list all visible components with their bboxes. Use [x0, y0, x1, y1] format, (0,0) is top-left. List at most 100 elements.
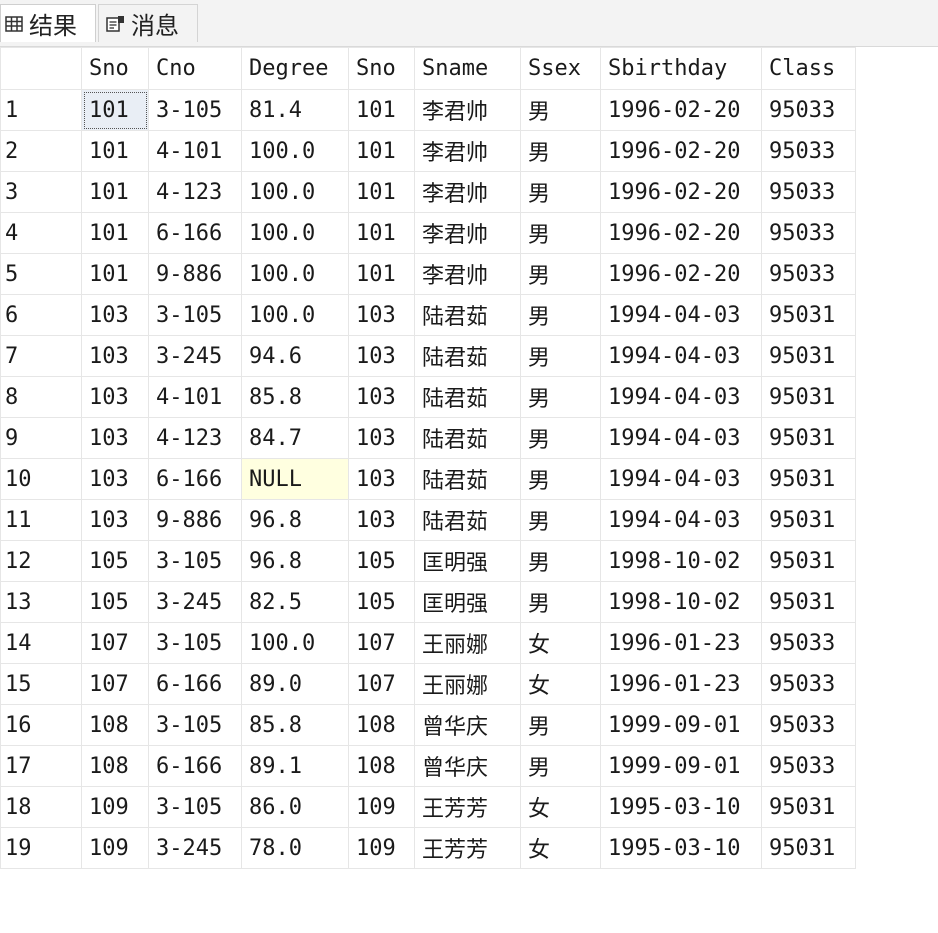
cell-sno[interactable]: 101 [81, 130, 149, 172]
cell-sname[interactable]: 陆君茹 [414, 376, 521, 418]
row-number[interactable]: 16 [0, 704, 82, 746]
row-number[interactable]: 15 [0, 663, 82, 705]
cell-class[interactable]: 95033 [761, 89, 856, 131]
cell-sno[interactable]: 103 [81, 376, 149, 418]
cell-sbirthday[interactable]: 1994-04-03 [600, 458, 762, 500]
cell-ssex[interactable]: 女 [520, 827, 601, 869]
row-number[interactable]: 7 [0, 335, 82, 377]
cell-sno[interactable]: 101 [81, 171, 149, 213]
row-number[interactable]: 1 [0, 89, 82, 131]
cell-degree[interactable]: 100.0 [241, 130, 349, 172]
cell-sbirthday[interactable]: 1995-03-10 [600, 827, 762, 869]
cell-ssex[interactable]: 男 [520, 581, 601, 623]
cell-ssex[interactable]: 女 [520, 786, 601, 828]
cell-sbirthday[interactable]: 1995-03-10 [600, 786, 762, 828]
cell-sno-2[interactable]: 108 [348, 745, 415, 787]
cell-sname[interactable]: 匡明强 [414, 540, 521, 582]
cell-sno-2[interactable]: 103 [348, 294, 415, 336]
row-number[interactable]: 3 [0, 171, 82, 213]
cell-sno-2[interactable]: 107 [348, 663, 415, 705]
row-number[interactable]: 5 [0, 253, 82, 295]
cell-degree[interactable]: 86.0 [241, 786, 349, 828]
cell-degree[interactable]: 100.0 [241, 171, 349, 213]
cell-cno[interactable]: 3-245 [148, 335, 242, 377]
cell-sname[interactable]: 李君帅 [414, 130, 521, 172]
cell-sbirthday[interactable]: 1994-04-03 [600, 376, 762, 418]
row-number[interactable]: 4 [0, 212, 82, 254]
results-grid[interactable]: Sno Cno Degree Sno Sname Ssex Sbirthday Class 1… [0, 47, 938, 933]
cell-class[interactable]: 95031 [761, 581, 856, 623]
column-header-degree[interactable]: Degree [241, 47, 349, 90]
row-number[interactable]: 12 [0, 540, 82, 582]
cell-degree[interactable]: 84.7 [241, 417, 349, 459]
cell-sno[interactable]: 103 [81, 499, 149, 541]
cell-cno[interactable]: 3-245 [148, 827, 242, 869]
cell-ssex[interactable]: 男 [520, 212, 601, 254]
column-header-class[interactable]: Class [761, 47, 856, 90]
row-number[interactable]: 9 [0, 417, 82, 459]
cell-sbirthday[interactable]: 1994-04-03 [600, 417, 762, 459]
row-number[interactable]: 11 [0, 499, 82, 541]
cell-class[interactable]: 95031 [761, 417, 856, 459]
row-number[interactable]: 6 [0, 294, 82, 336]
cell-ssex[interactable]: 男 [520, 704, 601, 746]
column-header-cno[interactable]: Cno [148, 47, 242, 90]
cell-sno-2[interactable]: 109 [348, 827, 415, 869]
cell-class[interactable]: 95033 [761, 663, 856, 705]
row-header-corner[interactable] [0, 47, 82, 90]
cell-sname[interactable]: 陆君茹 [414, 294, 521, 336]
cell-sname[interactable]: 王丽娜 [414, 622, 521, 664]
cell-sbirthday[interactable]: 1996-02-20 [600, 253, 762, 295]
column-header-sbirthday[interactable]: Sbirthday [600, 47, 762, 90]
cell-degree[interactable]: 81.4 [241, 89, 349, 131]
column-header-sno-2[interactable]: Sno [348, 47, 415, 90]
cell-sno[interactable]: 103 [81, 335, 149, 377]
row-number[interactable]: 8 [0, 376, 82, 418]
cell-cno[interactable]: 4-123 [148, 417, 242, 459]
row-number[interactable]: 18 [0, 786, 82, 828]
cell-cno[interactable]: 6-166 [148, 663, 242, 705]
cell-class[interactable]: 95031 [761, 827, 856, 869]
cell-sno[interactable]: 103 [81, 294, 149, 336]
cell-cno[interactable]: 3-245 [148, 581, 242, 623]
tab-messages[interactable]: 消息 [98, 4, 198, 42]
cell-cno[interactable]: 3-105 [148, 622, 242, 664]
cell-sbirthday[interactable]: 1999-09-01 [600, 704, 762, 746]
cell-degree[interactable]: 85.8 [241, 376, 349, 418]
cell-ssex[interactable]: 男 [520, 745, 601, 787]
cell-sno[interactable]: 103 [81, 417, 149, 459]
cell-sbirthday[interactable]: 1996-01-23 [600, 663, 762, 705]
cell-sbirthday[interactable]: 1996-02-20 [600, 212, 762, 254]
cell-ssex[interactable]: 男 [520, 376, 601, 418]
cell-degree[interactable]: 100.0 [241, 294, 349, 336]
cell-cno[interactable]: 9-886 [148, 253, 242, 295]
column-header-ssex[interactable]: Ssex [520, 47, 601, 90]
cell-degree[interactable]: 89.1 [241, 745, 349, 787]
cell-sbirthday[interactable]: 1999-09-01 [600, 745, 762, 787]
cell-sno[interactable]: 101 [81, 89, 149, 131]
cell-sno-2[interactable]: 103 [348, 335, 415, 377]
cell-sbirthday[interactable]: 1994-04-03 [600, 499, 762, 541]
cell-ssex[interactable]: 女 [520, 663, 601, 705]
cell-sname[interactable]: 陆君茹 [414, 458, 521, 500]
cell-sbirthday[interactable]: 1996-02-20 [600, 89, 762, 131]
cell-degree[interactable]: 96.8 [241, 540, 349, 582]
cell-ssex[interactable]: 男 [520, 89, 601, 131]
cell-sname[interactable]: 曾华庆 [414, 704, 521, 746]
cell-cno[interactable]: 3-105 [148, 89, 242, 131]
cell-degree[interactable]: 85.8 [241, 704, 349, 746]
cell-class[interactable]: 95031 [761, 294, 856, 336]
cell-sno[interactable]: 108 [81, 704, 149, 746]
cell-cno[interactable]: 4-123 [148, 171, 242, 213]
cell-class[interactable]: 95033 [761, 212, 856, 254]
cell-class[interactable]: 95031 [761, 540, 856, 582]
cell-sname[interactable]: 王芳芳 [414, 827, 521, 869]
cell-sno[interactable]: 108 [81, 745, 149, 787]
cell-cno[interactable]: 6-166 [148, 745, 242, 787]
cell-ssex[interactable]: 男 [520, 294, 601, 336]
cell-cno[interactable]: 3-105 [148, 786, 242, 828]
cell-cno[interactable]: 3-105 [148, 704, 242, 746]
cell-sbirthday[interactable]: 1996-01-23 [600, 622, 762, 664]
cell-sno-2[interactable]: 101 [348, 253, 415, 295]
cell-degree[interactable]: 82.5 [241, 581, 349, 623]
